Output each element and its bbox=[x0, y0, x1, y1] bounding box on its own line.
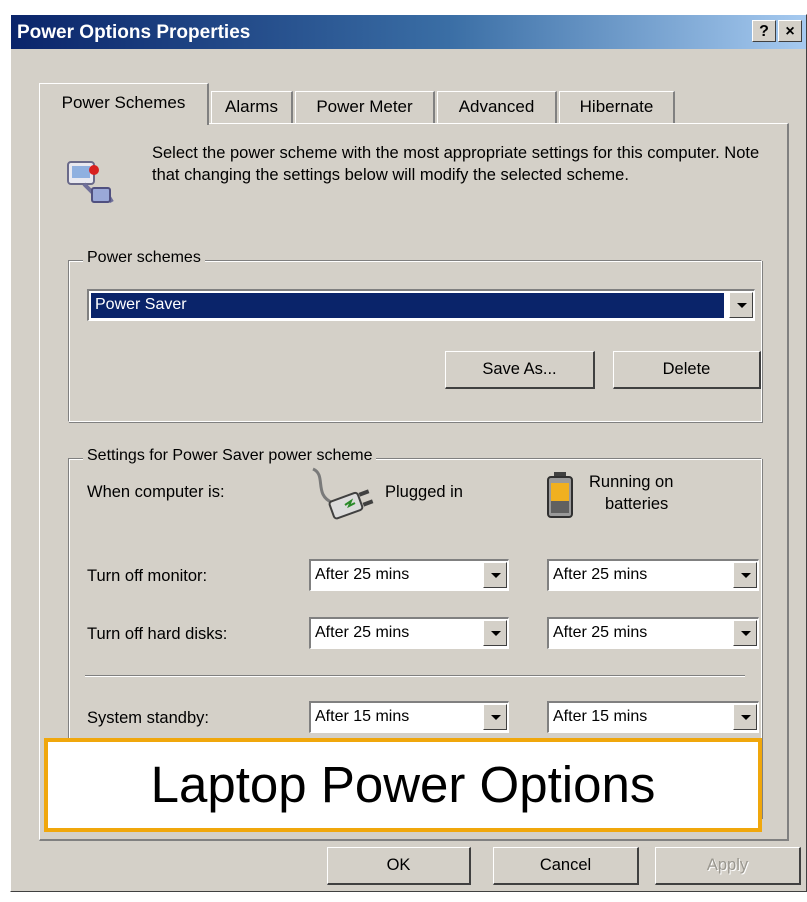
cancel-button[interactable]: Cancel bbox=[493, 847, 639, 885]
tab-hibernate[interactable]: Hibernate bbox=[559, 91, 675, 123]
settings-divider bbox=[85, 675, 745, 677]
monitor-battery-value: After 25 mins bbox=[553, 566, 648, 583]
turn-off-monitor-label: Turn off monitor: bbox=[87, 567, 208, 585]
disks-battery-value: After 25 mins bbox=[553, 624, 648, 641]
power-schemes-label: Power schemes bbox=[83, 249, 205, 267]
tab-panel-power-schemes: Select the power scheme with the most ap… bbox=[39, 123, 789, 841]
apply-button[interactable]: Apply bbox=[655, 847, 801, 885]
standby-plugged-value: After 15 mins bbox=[315, 708, 410, 725]
power-scheme-select[interactable]: Power Saver bbox=[87, 289, 755, 321]
chevron-down-icon[interactable] bbox=[483, 562, 507, 588]
title-bar[interactable]: Power Options Properties ? × bbox=[11, 15, 806, 49]
tab-power-meter[interactable]: Power Meter bbox=[295, 91, 435, 123]
turn-off-hard-disks-label: Turn off hard disks: bbox=[87, 625, 228, 643]
chevron-down-icon[interactable] bbox=[483, 620, 507, 646]
tab-power-schemes[interactable]: Power Schemes bbox=[39, 83, 209, 125]
intro-text: Select the power scheme with the most ap… bbox=[152, 144, 760, 184]
settings-group-label: Settings for Power Saver power scheme bbox=[83, 447, 377, 465]
tab-alarms[interactable]: Alarms bbox=[211, 91, 293, 123]
standby-plugged-select[interactable]: After 15 mins bbox=[309, 701, 509, 733]
disks-plugged-value: After 25 mins bbox=[315, 624, 410, 641]
batteries-label: batteries bbox=[605, 495, 669, 513]
window-title: Power Options Properties bbox=[17, 22, 251, 43]
monitor-battery-select[interactable]: After 25 mins bbox=[547, 559, 759, 591]
running-on-label: Running on bbox=[589, 473, 674, 491]
standby-battery-value: After 15 mins bbox=[553, 708, 648, 725]
save-as-button[interactable]: Save As... bbox=[445, 351, 595, 389]
chevron-down-icon[interactable] bbox=[733, 620, 757, 646]
ok-button[interactable]: OK bbox=[327, 847, 471, 885]
disks-battery-select[interactable]: After 25 mins bbox=[547, 617, 759, 649]
chevron-down-icon[interactable] bbox=[729, 292, 753, 318]
chevron-down-icon[interactable] bbox=[733, 704, 757, 730]
tab-advanced[interactable]: Advanced bbox=[437, 91, 557, 123]
disks-plugged-select[interactable]: After 25 mins bbox=[309, 617, 509, 649]
close-button[interactable]: × bbox=[778, 20, 802, 42]
chevron-down-icon[interactable] bbox=[733, 562, 757, 588]
system-standby-label: System standby: bbox=[87, 709, 209, 727]
when-computer-label: When computer is: bbox=[87, 483, 225, 501]
help-button[interactable]: ? bbox=[752, 20, 776, 42]
power-schemes-group: Power schemes Power Saver Save As... Del… bbox=[68, 249, 762, 422]
monitor-plugged-value: After 25 mins bbox=[315, 566, 410, 583]
delete-button[interactable]: Delete bbox=[613, 351, 761, 389]
caption-banner: Laptop Power Options bbox=[44, 738, 762, 832]
power-plug-icon bbox=[312, 467, 374, 520]
plugged-in-label: Plugged in bbox=[385, 483, 463, 501]
standby-battery-select[interactable]: After 15 mins bbox=[547, 701, 759, 733]
monitor-plugged-select[interactable]: After 25 mins bbox=[309, 559, 509, 591]
power-scheme-icon bbox=[67, 161, 114, 204]
chevron-down-icon[interactable] bbox=[483, 704, 507, 730]
power-scheme-value: Power Saver bbox=[91, 293, 724, 318]
battery-icon bbox=[547, 472, 573, 518]
